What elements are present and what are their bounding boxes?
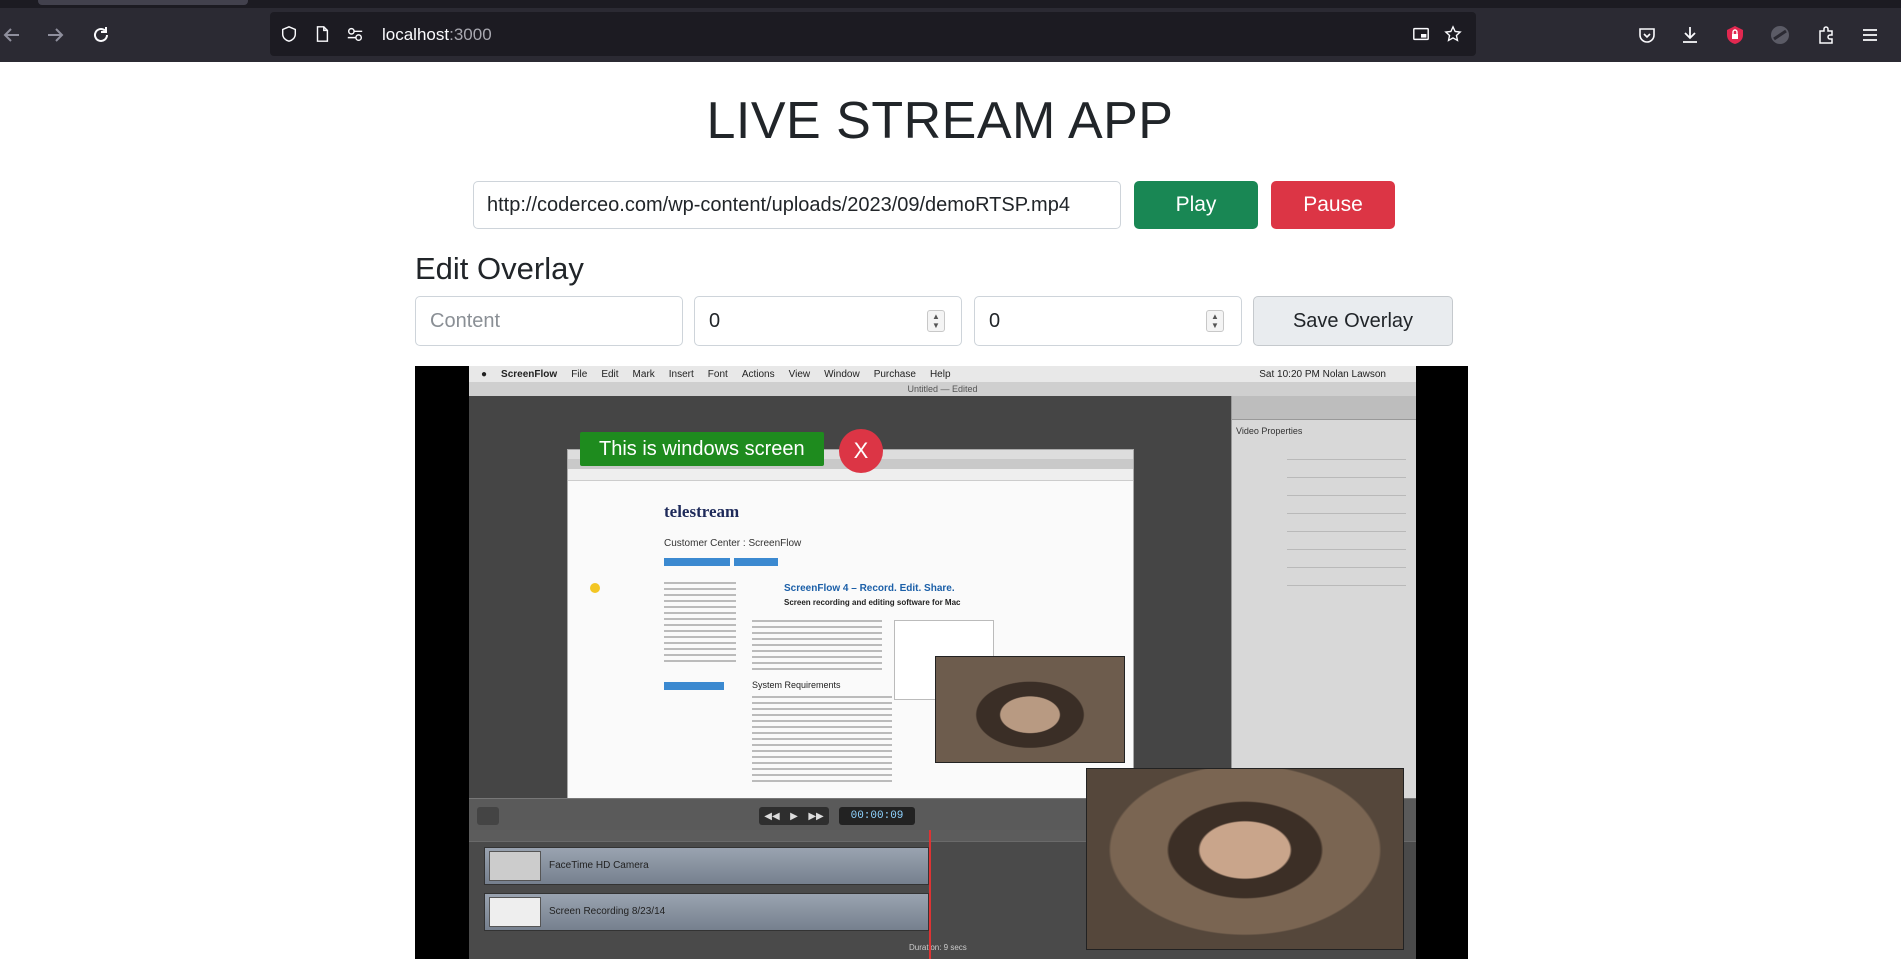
track-label: Screen Recording 8/23/14 (549, 906, 666, 917)
menu-actions: Actions (741, 368, 775, 380)
overlay-x-input[interactable] (694, 296, 962, 346)
webcam-large-image (1086, 768, 1404, 950)
recorded-button (664, 682, 724, 690)
back-icon[interactable] (0, 23, 24, 47)
property-row (1287, 495, 1406, 496)
menu-help: Help (929, 368, 951, 380)
playhead (929, 830, 931, 959)
property-row (1287, 567, 1406, 568)
url-port: :3000 (449, 25, 492, 44)
property-row (1287, 585, 1406, 586)
property-row (1287, 459, 1406, 460)
overlay-y-input[interactable] (974, 296, 1242, 346)
mac-menubar: ● ScreenFlow File Edit Mark Insert Font … (469, 366, 1416, 382)
x-stepper-icon[interactable]: ▲ ▼ (927, 310, 945, 332)
property-row (1287, 531, 1406, 532)
menu-screenflow: ScreenFlow (501, 368, 558, 380)
menu-font: Font (707, 368, 728, 380)
track-thumbnail (489, 897, 541, 927)
tab-strip (0, 0, 1901, 8)
screenflow-tagline: Screen recording and editing software fo… (784, 598, 961, 607)
screenflow-title: ScreenFlow 4 – Record. Edit. Share. (784, 583, 955, 594)
track-label: FaceTime HD Camera (549, 860, 649, 871)
url-text: localhost:3000 (382, 25, 492, 45)
shield-icon[interactable] (278, 23, 300, 45)
picture-in-picture-icon[interactable] (1410, 23, 1432, 45)
play-button[interactable]: Play (1134, 181, 1258, 229)
overlay-text[interactable]: This is windows screen (580, 432, 824, 466)
cursor-highlight-icon (590, 583, 600, 593)
menu-window: Window (824, 368, 860, 380)
timecode: 00:00:09 (839, 807, 915, 825)
page-icon[interactable] (311, 23, 333, 45)
menu-mark: Mark (632, 368, 655, 380)
properties-title: Video Properties (1236, 426, 1303, 436)
reload-icon[interactable] (89, 23, 113, 47)
track-camera: FaceTime HD Camera (484, 847, 929, 885)
webcam-small-image (935, 656, 1125, 763)
recorded-button (664, 558, 730, 566)
track-thumbnail (489, 851, 541, 881)
track-screen: Screen Recording 8/23/14 (484, 893, 929, 931)
url-host: localhost (382, 25, 450, 44)
permissions-icon[interactable] (344, 23, 366, 45)
pocket-icon[interactable] (1635, 23, 1659, 47)
customer-center-heading: Customer Center : ScreenFlow (664, 538, 802, 549)
extensions-icon[interactable] (1814, 23, 1838, 47)
y-stepper-icon[interactable]: ▲ ▼ (1206, 310, 1224, 332)
video-properties-panel: Video Properties (1231, 396, 1416, 798)
overlay-content-input[interactable] (415, 296, 683, 346)
account-icon[interactable] (1768, 23, 1792, 47)
transport-controls: ◀◀ ▶ ▶▶ (759, 807, 829, 825)
bookmark-star-icon[interactable] (1442, 23, 1464, 45)
telestream-logo: telestream (664, 502, 740, 521)
duration-label: Duration: 9 secs (909, 943, 967, 952)
window-title: Untitled — Edited (469, 382, 1416, 396)
recorded-list-text (752, 696, 892, 786)
save-overlay-button[interactable]: Save Overlay (1253, 296, 1453, 346)
mac-clock: Sat 10:20 PM Nolan Lawson (1259, 368, 1386, 380)
menu-insert: Insert (668, 368, 694, 380)
menu-view: View (788, 368, 811, 380)
menu-edit: Edit (601, 368, 619, 380)
forward-icon[interactable] (43, 23, 67, 47)
downloads-icon[interactable] (1678, 23, 1702, 47)
edit-overlay-heading: Edit Overlay (415, 251, 584, 286)
property-row (1287, 513, 1406, 514)
recorded-button (734, 558, 778, 566)
menu-icon[interactable] (1858, 23, 1882, 47)
recorded-body-text (752, 620, 882, 670)
browser-toolbar: localhost:3000 (0, 8, 1901, 62)
pause-button[interactable]: Pause (1271, 181, 1395, 229)
properties-toolbar (1232, 396, 1416, 420)
menu-purchase: Purchase (873, 368, 916, 380)
overlay-close-button[interactable]: X (839, 429, 883, 473)
active-tab[interactable] (38, 0, 248, 5)
page-title: LIVE STREAM APP (706, 92, 1174, 150)
address-bar[interactable]: localhost:3000 (270, 12, 1476, 56)
menu-file: File (571, 368, 588, 380)
property-row (1287, 549, 1406, 550)
system-requirements: System Requirements (752, 680, 841, 690)
property-row (1287, 477, 1406, 478)
stream-url-input[interactable] (473, 181, 1121, 229)
recorded-sidebar-text (664, 582, 736, 662)
crop-icon (477, 807, 499, 825)
apple-icon: ● (481, 368, 488, 380)
extension-lock-icon[interactable] (1723, 23, 1747, 47)
